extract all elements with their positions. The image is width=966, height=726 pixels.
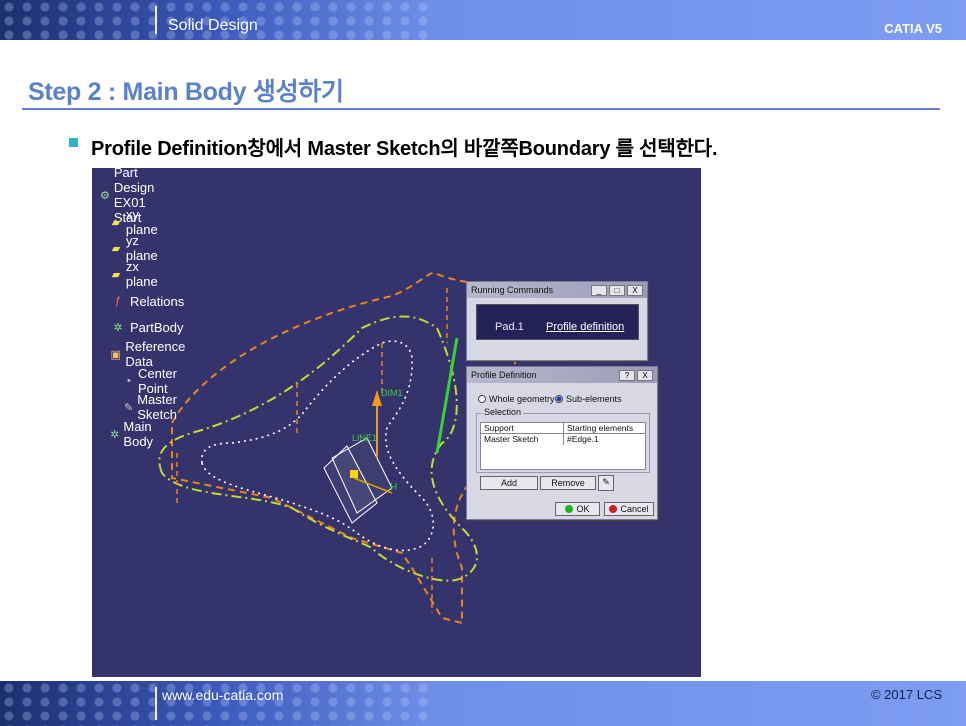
radio-whole-geometry[interactable]: Whole geometry: [478, 394, 555, 404]
tree-item-center-point[interactable]: • Center Point: [124, 366, 183, 396]
close-button[interactable]: X: [637, 369, 653, 381]
help-button[interactable]: ?: [619, 369, 635, 381]
gear-icon: ✲: [113, 321, 123, 334]
header-divider: [155, 6, 157, 34]
plane-icon: ▰: [111, 216, 121, 229]
inner-dotted-profile: [201, 340, 435, 552]
close-button[interactable]: X: [627, 284, 643, 296]
relations-icon: ƒ: [114, 295, 122, 307]
folder-icon: ▣: [110, 348, 121, 361]
selection-table-header: Support Starting elements: [481, 423, 645, 434]
footer-band: www.edu-catia.com © 2017 LCS: [0, 681, 966, 726]
column-starting-elements: Starting elements: [567, 423, 634, 433]
gear-icon: ✲: [110, 428, 120, 441]
point-icon: •: [127, 375, 131, 387]
pad-command[interactable]: Pad.1: [495, 321, 524, 333]
header-title: Solid Design: [168, 17, 258, 34]
header-band: Solid Design CATIA V5: [0, 0, 966, 40]
title-rule: [22, 108, 940, 110]
radio-sub-elements[interactable]: Sub-elements: [555, 394, 622, 404]
line1-label: LINE1: [352, 433, 377, 443]
footer-copyright: © 2017 LCS: [870, 687, 942, 702]
cell-support: Master Sketch: [481, 434, 564, 445]
radio-dot: [478, 395, 486, 403]
part-icon: ⚙: [100, 189, 110, 202]
maximize-button[interactable]: □: [609, 284, 625, 296]
tree-item-reference-data[interactable]: ▣ Reference Data: [110, 339, 190, 369]
footer-url[interactable]: www.edu-catia.com: [162, 687, 283, 703]
bullet-marker: [69, 138, 78, 147]
tree-item-yz-plane[interactable]: ▰ yz plane: [110, 233, 162, 263]
profile-definition-dialog[interactable]: Profile Definition ? X Whole geometry Su…: [466, 366, 658, 520]
step-title: Step 2 : Main Body 생성하기: [28, 78, 344, 106]
cell-starting-element: #Edge.1: [567, 434, 599, 444]
ok-button[interactable]: OK: [555, 502, 600, 516]
plane-icon: ▰: [111, 242, 121, 255]
remove-button[interactable]: Remove: [540, 476, 596, 490]
footer-divider: [155, 687, 157, 720]
selection-table[interactable]: Support Starting elements Master Sketch …: [480, 422, 646, 470]
catia-viewport[interactable]: DIM1 LINE1 H ⚙ Part Design EX01 Start ▰ …: [92, 168, 701, 677]
add-button[interactable]: Add: [480, 476, 538, 490]
tree-item-main-body[interactable]: ✲ Main Body: [110, 419, 160, 449]
profile-definition-titlebar[interactable]: Profile Definition ? X: [467, 367, 657, 383]
cancel-button[interactable]: Cancel: [604, 502, 654, 516]
cancel-icon: [609, 505, 618, 513]
tree-item-partbody[interactable]: ✲ PartBody: [110, 317, 183, 337]
running-commands-titlebar[interactable]: Running Commands _ □ X: [467, 282, 647, 298]
tree-item-xy-plane[interactable]: ▰ xy plane: [110, 207, 162, 237]
running-commands-list: Pad.1 Profile definition: [476, 304, 639, 340]
plane-icon: ▰: [111, 268, 121, 281]
radio-dot-selected: [555, 395, 563, 403]
selection-label: Selection: [482, 407, 524, 417]
minimize-button[interactable]: _: [591, 284, 607, 296]
sketch-edit-button[interactable]: ✎: [598, 475, 614, 491]
bullet-text: Profile Definition창에서 Master Sketch의 바깥쪽…: [91, 138, 718, 160]
table-row[interactable]: Master Sketch #Edge.1: [481, 434, 645, 445]
column-support: Support: [481, 423, 564, 433]
sketch-icon: ✎: [124, 401, 134, 414]
boundary-dashdot: [158, 315, 478, 582]
sketch-edit-icon: ✎: [602, 477, 610, 487]
profile-definition-command-link[interactable]: Profile definition: [546, 321, 624, 333]
dim1-label: DIM1: [381, 388, 403, 398]
ok-icon: [565, 505, 574, 513]
tree-item-master-sketch[interactable]: ✎ Master Sketch: [124, 392, 184, 422]
running-commands-dialog[interactable]: Running Commands _ □ X Pad.1 Profile def…: [466, 281, 648, 361]
tree-item-zx-plane[interactable]: ▰ zx plane: [110, 259, 162, 289]
tree-item-relations[interactable]: ƒ Relations: [110, 291, 184, 311]
h-label: H: [390, 482, 397, 493]
tree-item-part[interactable]: ⚙ Part Design EX01 Start: [100, 168, 160, 225]
header-brand: CATIA V5: [884, 21, 942, 36]
